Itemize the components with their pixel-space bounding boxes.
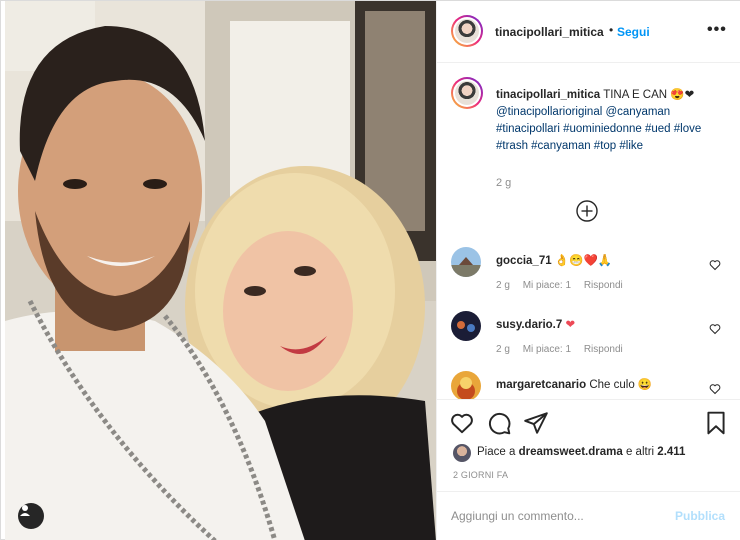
likes-prefix: Piace a bbox=[477, 446, 516, 458]
likes-user[interactable]: dreamsweet.drama bbox=[519, 446, 623, 458]
header-username[interactable]: tinacipollari_mitica bbox=[495, 25, 604, 39]
comment-body: Che culo 😀 bbox=[589, 379, 653, 391]
comment-avatar[interactable] bbox=[451, 371, 481, 399]
comment-body: ❤ bbox=[565, 319, 576, 331]
plus-circle-icon[interactable] bbox=[575, 199, 599, 223]
comment-text: margaretcanario Che culo 😀 bbox=[496, 377, 696, 391]
post-photo[interactable] bbox=[5, 1, 436, 540]
comment-icon[interactable] bbox=[486, 410, 512, 436]
avatar[interactable] bbox=[451, 15, 483, 47]
comments-list[interactable]: tinacipollari_mitica TINA E CAN 😍❤ @tina… bbox=[437, 63, 740, 399]
comment-likes[interactable]: Mi piace: 1 bbox=[523, 280, 571, 291]
caption-time: 2 g bbox=[496, 177, 512, 189]
comment-time: 2 g bbox=[496, 344, 510, 355]
post-header: tinacipollari_mitica • Segui ••• bbox=[437, 1, 740, 63]
likes-text: Piace a dreamsweet.drama e altri 2.411 bbox=[477, 446, 685, 458]
caption-text: tinacipollari_mitica TINA E CAN 😍❤ @tina… bbox=[496, 87, 726, 155]
liker-avatar bbox=[453, 444, 471, 462]
comment-likes[interactable]: Mi piace: 1 bbox=[523, 344, 571, 355]
post-side-panel: tinacipollari_mitica • Segui ••• tinacip… bbox=[436, 1, 740, 540]
reply-button[interactable]: Rispondi bbox=[584, 280, 623, 291]
reply-button[interactable]: Rispondi bbox=[584, 344, 623, 355]
add-comment-bar: Aggiungi un commento... Pubblica bbox=[437, 491, 740, 540]
comment-text: goccia_71 👌😁❤️🙏 bbox=[496, 253, 696, 267]
follow-button[interactable]: Segui bbox=[617, 25, 650, 39]
post-actions: Piace a dreamsweet.drama e altri 2.411 2… bbox=[437, 399, 740, 491]
instagram-post-window: tinacipollari_mitica • Segui ••• tinacip… bbox=[0, 0, 740, 540]
caption-hashtags[interactable]: @tinacipollarioriginal @canyaman #tinaci… bbox=[496, 106, 701, 152]
more-options-icon[interactable]: ••• bbox=[707, 21, 727, 39]
caption-avatar[interactable] bbox=[451, 77, 483, 109]
caption-username[interactable]: tinacipollari_mitica bbox=[496, 89, 600, 101]
comment-username[interactable]: susy.dario.7 bbox=[496, 319, 562, 331]
heart-icon[interactable] bbox=[709, 323, 721, 335]
likes-suffix: e altri bbox=[625, 446, 655, 458]
header-separator: • bbox=[609, 23, 614, 37]
comment-username[interactable]: goccia_71 bbox=[496, 255, 552, 267]
bookmark-icon[interactable] bbox=[703, 410, 729, 436]
comment-time: 2 g bbox=[496, 280, 510, 291]
likes-count[interactable]: 2.411 bbox=[657, 446, 685, 458]
heart-icon[interactable] bbox=[709, 383, 721, 395]
comment-meta: 2 g Mi piace: 1 Rispondi bbox=[496, 280, 633, 291]
post-date: 2 GIORNI FA bbox=[453, 470, 509, 480]
heart-icon[interactable] bbox=[449, 410, 475, 436]
selfie-image bbox=[5, 1, 436, 540]
publish-button[interactable]: Pubblica bbox=[675, 509, 725, 523]
likes-summary[interactable]: Piace a dreamsweet.drama e altri 2.411 bbox=[453, 444, 733, 462]
comment-text: susy.dario.7 ❤ bbox=[496, 317, 696, 331]
user-tag-icon[interactable] bbox=[18, 503, 44, 529]
heart-icon[interactable] bbox=[709, 259, 721, 271]
comment-avatar[interactable] bbox=[451, 311, 481, 341]
comment-body: 👌😁❤️🙏 bbox=[554, 255, 613, 267]
paper-plane-icon[interactable] bbox=[523, 410, 549, 436]
comment-input[interactable]: Aggiungi un commento... bbox=[451, 509, 584, 523]
caption-body: TINA E CAN 😍❤ bbox=[603, 89, 695, 101]
comment-username[interactable]: margaretcanario bbox=[496, 379, 586, 391]
comment-avatar[interactable] bbox=[451, 247, 481, 277]
comment-meta: 2 g Mi piace: 1 Rispondi bbox=[496, 344, 633, 355]
